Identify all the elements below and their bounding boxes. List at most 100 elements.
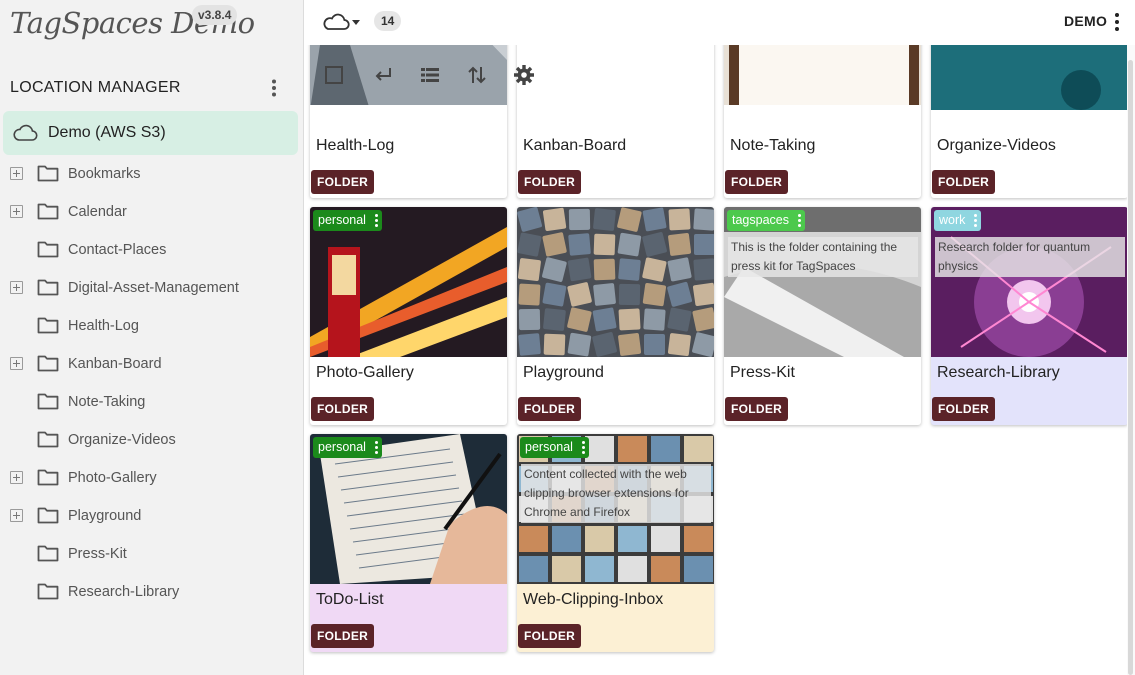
folder-tree-item[interactable]: Organize-Videos — [0, 421, 300, 459]
tag-chip[interactable]: tagspaces — [727, 210, 805, 231]
version-badge: v3.8.4 — [192, 5, 238, 25]
parent-folder-icon[interactable] — [371, 63, 395, 87]
folder-card[interactable]: personal ToDo-List FOLDER — [310, 434, 507, 652]
folder-icon — [37, 279, 59, 296]
folder-card-title: Research-Library — [937, 364, 1060, 381]
folder-card[interactable]: personal Photo-Gallery FOLDER — [310, 207, 507, 425]
location-label: Demo (AWS S3) — [48, 124, 166, 141]
folder-icon — [37, 317, 59, 334]
folder-card-title: ToDo-List — [316, 591, 384, 608]
perspective-toolbar — [305, 53, 555, 98]
tag-label: personal — [318, 440, 366, 454]
folder-type-chip: FOLDER — [518, 397, 582, 421]
tag-chip[interactable]: personal — [520, 437, 589, 458]
folder-card-title: Press-Kit — [730, 364, 795, 381]
folder-icon — [37, 431, 59, 448]
more-vert-icon[interactable] — [264, 78, 284, 98]
folder-icon — [37, 469, 59, 486]
folder-tree-label: Photo-Gallery — [68, 470, 157, 486]
folder-type-chip: FOLDER — [311, 170, 375, 194]
sort-icon[interactable] — [465, 63, 489, 87]
more-vert-icon[interactable] — [1107, 10, 1127, 34]
more-vert-icon[interactable] — [797, 214, 801, 227]
top-bar: 14 DEMO — [305, 0, 1135, 45]
folder-tree-item[interactable]: Note-Taking — [0, 383, 300, 421]
folder-tree-label: Calendar — [68, 204, 127, 220]
folder-tree-label: Health-Log — [68, 318, 139, 334]
folder-tree-item[interactable]: Bookmarks — [0, 155, 300, 193]
tag-chip[interactable]: personal — [313, 210, 382, 231]
expand-icon[interactable] — [10, 509, 23, 522]
folder-type-chip: FOLDER — [725, 397, 789, 421]
folder-tree-label: Contact-Places — [68, 242, 167, 258]
folder-tree-item[interactable]: Contact-Places — [0, 231, 300, 269]
folder-icon — [37, 393, 59, 410]
folder-thumbnail — [517, 207, 714, 357]
folder-type-chip: FOLDER — [725, 170, 789, 194]
cloud-dropdown-icon[interactable] — [322, 10, 368, 34]
folder-card-title: Organize-Videos — [937, 137, 1056, 154]
folder-type-chip: FOLDER — [518, 624, 582, 648]
tagspaces-app: TagSpaces Demo v3.8.4 LOCATION MANAGER D… — [0, 0, 1135, 675]
folder-icon — [37, 203, 59, 220]
list-view-icon[interactable] — [418, 63, 442, 87]
folder-type-chip: FOLDER — [518, 170, 582, 194]
folder-type-chip: FOLDER — [311, 624, 375, 648]
cloud-icon — [13, 124, 38, 141]
folder-card[interactable]: Organize-Videos FOLDER — [931, 45, 1128, 198]
entries-count-badge: 14 — [374, 11, 402, 31]
folder-type-chip: FOLDER — [932, 397, 996, 421]
folder-tree-label: Press-Kit — [68, 546, 127, 562]
expand-icon[interactable] — [10, 205, 23, 218]
folder-icon — [37, 507, 59, 524]
more-vert-icon[interactable] — [374, 214, 378, 227]
folder-icon — [37, 545, 59, 562]
folder-card[interactable]: tagspaces This is the folder containing t… — [724, 207, 921, 425]
user-menu-label[interactable]: DEMO — [1064, 13, 1107, 29]
tag-chip[interactable]: work — [934, 210, 982, 231]
select-all-checkbox-icon[interactable] — [322, 63, 346, 87]
folder-tree-label: Digital-Asset-Management — [68, 280, 239, 296]
tag-label: work — [939, 213, 966, 227]
folder-card-title: Photo-Gallery — [316, 364, 414, 381]
expand-icon[interactable] — [10, 357, 23, 370]
folder-card[interactable]: personal Content collected with the web c… — [517, 434, 714, 652]
folder-icon — [37, 583, 59, 600]
folder-icon — [37, 355, 59, 372]
expand-icon[interactable] — [10, 281, 23, 294]
folder-tree-label: Bookmarks — [68, 166, 141, 182]
folder-description: Content collected with the web clipping … — [521, 464, 711, 523]
folder-tree-label: Research-Library — [68, 584, 180, 600]
folder-card[interactable]: Playground FOLDER — [517, 207, 714, 425]
folder-card-title: Playground — [523, 364, 604, 381]
folder-card[interactable]: work Research folder for quantum physics R… — [931, 207, 1128, 425]
tag-chip[interactable]: personal — [313, 437, 382, 458]
more-vert-icon[interactable] — [974, 214, 978, 227]
folder-tree-item[interactable]: Digital-Asset-Management — [0, 269, 300, 307]
folder-card[interactable]: Note-Taking FOLDER — [724, 45, 921, 198]
expand-icon[interactable] — [10, 167, 23, 180]
folder-tree-item[interactable]: Health-Log — [0, 307, 300, 345]
more-vert-icon[interactable] — [581, 441, 585, 454]
folder-tree-item[interactable]: Calendar — [0, 193, 300, 231]
folder-description: Research folder for quantum physics — [935, 237, 1125, 277]
scrollbar-thumb[interactable] — [1128, 60, 1133, 675]
expand-icon[interactable] — [10, 471, 23, 484]
folder-tree-label: Playground — [68, 508, 142, 524]
folder-tree-item[interactable]: Research-Library — [0, 573, 300, 611]
more-vert-icon[interactable] — [374, 441, 378, 454]
folder-tree-label: Note-Taking — [68, 394, 146, 410]
folder-type-chip: FOLDER — [311, 397, 375, 421]
folder-tree-item[interactable]: Kanban-Board — [0, 345, 300, 383]
folder-thumbnail — [931, 45, 1128, 130]
folder-grid: Health-Log FOLDER Kanban-Board FOLDER Note-T… — [305, 45, 1135, 675]
settings-gear-icon[interactable] — [512, 63, 536, 87]
tag-label: tagspaces — [732, 213, 789, 227]
folder-tree-label: Kanban-Board — [68, 356, 162, 372]
location-item-demo[interactable]: Demo (AWS S3) — [3, 111, 298, 155]
folder-icon — [37, 241, 59, 258]
folder-tree-item[interactable]: Playground — [0, 497, 300, 535]
folder-tree-item[interactable]: Press-Kit — [0, 535, 300, 573]
folder-tree-item[interactable]: Photo-Gallery — [0, 459, 300, 497]
folder-description: This is the folder containing the press … — [728, 237, 918, 277]
